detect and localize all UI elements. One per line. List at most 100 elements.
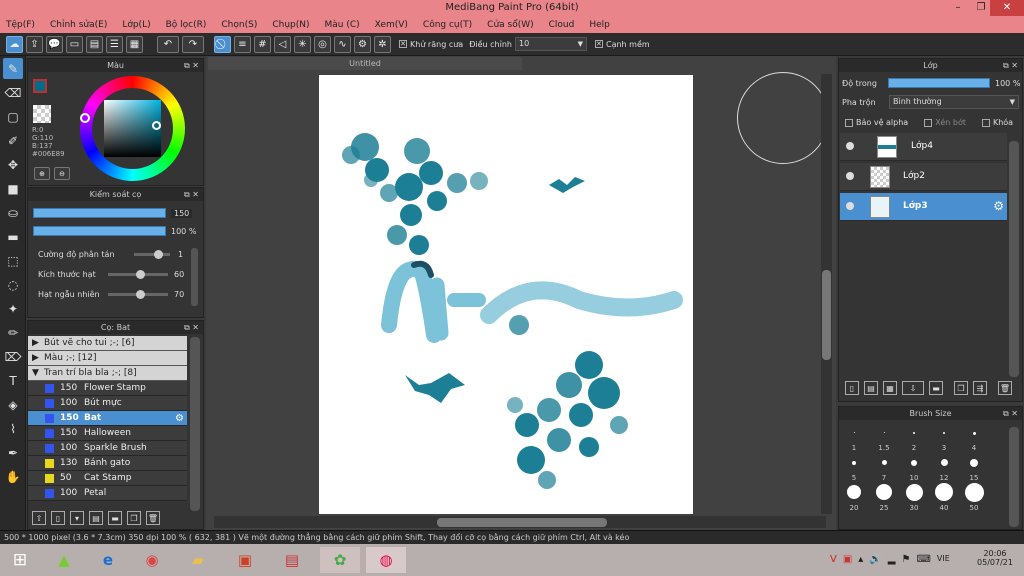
brush-size-option[interactable]: 30 bbox=[899, 482, 929, 512]
pen-tool-icon[interactable]: ✒ bbox=[3, 442, 23, 463]
brush-size-option[interactable]: 1.5 bbox=[869, 422, 899, 452]
brush-size-option[interactable]: 15 bbox=[959, 452, 989, 482]
settings-gear-icon[interactable]: ⚙ bbox=[354, 35, 371, 53]
comment-icon[interactable]: 💬 bbox=[46, 35, 63, 53]
magic-wand-tool-icon[interactable]: ✦ bbox=[3, 298, 23, 319]
tray-app-icon[interactable]: ▣ bbox=[843, 554, 852, 565]
brush-group[interactable]: ▼ Tran trí bla bla ;-; [8] bbox=[28, 366, 187, 381]
brush-size-option[interactable]: 10 bbox=[899, 452, 929, 482]
brush-size-slider[interactable] bbox=[33, 208, 166, 218]
brush-control-scrollbar[interactable] bbox=[191, 248, 198, 306]
brush-size-option[interactable]: 1 bbox=[839, 422, 869, 452]
shape-tool-icon[interactable]: ◈ bbox=[3, 394, 23, 415]
volume-icon[interactable]: 🔊 bbox=[869, 554, 881, 565]
gradient-tool-icon[interactable]: ▬ bbox=[3, 226, 23, 247]
antialias-checkbox[interactable]: ✕ bbox=[399, 40, 407, 48]
app-grid-icon[interactable]: ▤ bbox=[272, 547, 312, 573]
menu-color[interactable]: Màu (C) bbox=[325, 20, 360, 30]
input-language[interactable]: VIE bbox=[937, 554, 950, 565]
brush-folder-icon[interactable]: ▬ bbox=[108, 511, 122, 525]
particle-random-slider[interactable] bbox=[108, 289, 168, 299]
brush-menu-icon[interactable]: ▾ bbox=[70, 511, 84, 525]
foreground-color-swatch[interactable] bbox=[33, 79, 47, 93]
duplicate-layer-icon[interactable]: ❐ bbox=[954, 381, 968, 395]
app-launcher-icon[interactable]: ✿ bbox=[320, 547, 360, 573]
menu-snap[interactable]: Chụp(N) bbox=[272, 20, 309, 30]
new-8bit-layer-icon[interactable]: ▦ bbox=[883, 381, 897, 395]
panel-close-icon[interactable]: ⧉ ✕ bbox=[1003, 407, 1018, 420]
text-tool-icon[interactable]: T bbox=[3, 370, 23, 391]
visibility-eye-icon[interactable] bbox=[846, 142, 854, 150]
rectangle-tool-icon[interactable]: ▢ bbox=[3, 106, 23, 127]
hand-tool-icon[interactable]: ✋ bbox=[3, 466, 23, 487]
brush-item[interactable]: 50 Cat Stamp bbox=[28, 471, 187, 486]
document-tab[interactable]: Untitled bbox=[208, 57, 522, 70]
document-icon[interactable]: ▤ bbox=[86, 35, 103, 53]
layer-row[interactable]: Lớp2 bbox=[840, 163, 1007, 191]
cloud-icon[interactable]: ☁ bbox=[6, 35, 23, 53]
hue-marker[interactable] bbox=[80, 113, 90, 123]
blend-mode-select[interactable]: Bình thường ▼ bbox=[889, 95, 1019, 109]
brush-size-option[interactable]: 5 bbox=[839, 452, 869, 482]
circle-snap-icon[interactable]: ◎ bbox=[314, 35, 331, 53]
radial-snap-icon[interactable]: ✳ bbox=[294, 35, 311, 53]
brush-group[interactable]: ▶ Màu ;-; [12] bbox=[28, 351, 187, 366]
panel-close-icon[interactable]: ⧉ ✕ bbox=[184, 59, 199, 72]
add-brush-icon[interactable]: ⇧ bbox=[32, 511, 46, 525]
brush-item[interactable]: 130 Bánh gato bbox=[28, 456, 187, 471]
brush-size-option[interactable]: 3 bbox=[929, 422, 959, 452]
redo-icon[interactable]: ↷ bbox=[182, 35, 204, 53]
duplicate-brush-icon[interactable]: ❐ bbox=[127, 511, 141, 525]
brush-size-option[interactable]: 4 bbox=[959, 422, 989, 452]
lasso-tool-icon[interactable]: ◌ bbox=[3, 274, 23, 295]
layer-folder-icon[interactable]: ▬ bbox=[929, 381, 943, 395]
brush-settings-gear-icon[interactable]: ⚙ bbox=[175, 413, 184, 424]
layer-menu-icon[interactable]: ⇩ bbox=[902, 381, 924, 395]
menu-layer[interactable]: Lớp(L) bbox=[122, 20, 150, 30]
new-layer-icon[interactable]: ▯ bbox=[845, 381, 859, 395]
new-brush-icon[interactable]: ▯ bbox=[51, 511, 65, 525]
canvas-vertical-scroll-thumb[interactable] bbox=[822, 270, 831, 360]
brush-item[interactable]: 100 Sparkle Brush bbox=[28, 441, 187, 456]
color-add-icon[interactable]: ⊕ bbox=[34, 167, 50, 180]
canvas-page[interactable] bbox=[319, 75, 693, 514]
chat-icon[interactable]: ▭ bbox=[66, 35, 83, 53]
brush-list-scrollbar[interactable] bbox=[190, 337, 200, 511]
menu-filter[interactable]: Bộ lọc(R) bbox=[166, 20, 207, 30]
eyedropper-tool-icon[interactable]: ⌇ bbox=[3, 418, 23, 439]
soft-edge-checkbox[interactable]: ✕ bbox=[594, 40, 603, 48]
move-tool-icon[interactable]: ✥ bbox=[3, 154, 23, 175]
visibility-eye-icon[interactable] bbox=[846, 202, 854, 210]
bluestacks-icon[interactable]: ▲ bbox=[44, 547, 84, 573]
antivirus-icon[interactable]: V bbox=[830, 554, 837, 565]
layer-settings-gear-icon[interactable]: ⚙ bbox=[993, 199, 1004, 213]
brush-properties-icon[interactable]: ▤ bbox=[89, 511, 103, 525]
correction-select[interactable]: 10 ▼ bbox=[514, 37, 587, 51]
brush-size-option[interactable]: 25 bbox=[869, 482, 899, 512]
color-marker[interactable] bbox=[152, 121, 161, 130]
menu-edit[interactable]: Chỉnh sửa(E) bbox=[50, 20, 107, 30]
medibang-taskbar-icon[interactable]: ◍ bbox=[366, 547, 406, 573]
brush-tool-icon[interactable]: ✎ bbox=[3, 58, 23, 79]
menu-view[interactable]: Xem(V) bbox=[375, 20, 408, 30]
parallel-snap-icon[interactable]: ≡ bbox=[234, 35, 251, 53]
menu-cloud[interactable]: Cloud bbox=[549, 20, 575, 30]
undo-icon[interactable]: ↶ bbox=[157, 35, 179, 53]
delete-brush-icon[interactable]: 🗑 bbox=[146, 511, 160, 525]
menu-file[interactable]: Tệp(F) bbox=[6, 20, 35, 30]
windows-start-icon[interactable]: ⊞ bbox=[0, 547, 40, 573]
menu-help[interactable]: Help bbox=[589, 20, 610, 30]
brush-size-option[interactable]: 2 bbox=[899, 422, 929, 452]
brush-size-value[interactable]: 150 bbox=[171, 208, 193, 218]
network-icon[interactable]: ▂ bbox=[888, 554, 896, 565]
select-tool-icon[interactable]: ⬚ bbox=[3, 250, 23, 271]
share-icon[interactable]: ⇪ bbox=[26, 35, 43, 53]
dot-brush-tool-icon[interactable]: ✐ bbox=[3, 130, 23, 151]
new-halftone-layer-icon[interactable]: ▤ bbox=[864, 381, 878, 395]
fill-rect-tool-icon[interactable]: ■ bbox=[3, 178, 23, 199]
grid-icon[interactable]: ▦ bbox=[126, 35, 143, 53]
panel-close-icon[interactable]: ⧉ ✕ bbox=[184, 188, 199, 201]
vanish-snap-icon[interactable]: ◁ bbox=[274, 35, 291, 53]
select-pen-tool-icon[interactable]: ✏ bbox=[3, 322, 23, 343]
brush-group[interactable]: ▶ Bút vẽ cho tui ;-; [6] bbox=[28, 336, 187, 351]
